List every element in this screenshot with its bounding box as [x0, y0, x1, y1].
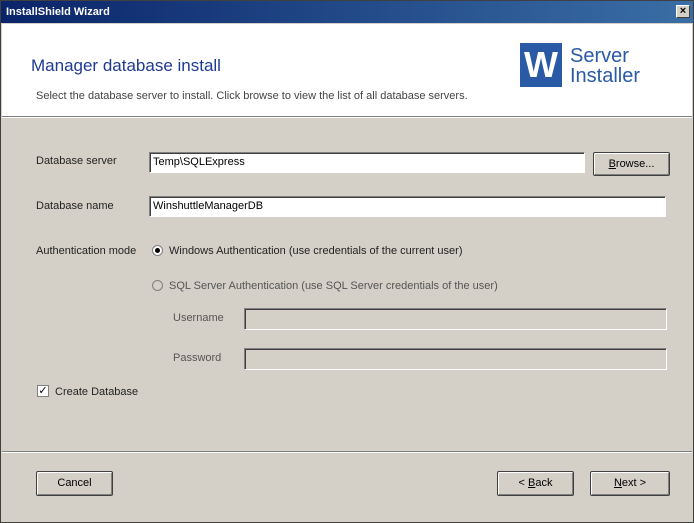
close-icon: ×: [679, 5, 687, 17]
title-bar[interactable]: InstallShield Wizard ×: [1, 1, 693, 23]
close-button[interactable]: ×: [676, 5, 690, 18]
username-label: Username: [173, 312, 224, 324]
next-button[interactable]: Next >: [590, 471, 670, 496]
database-server-label: Database server: [36, 155, 117, 167]
window-title: InstallShield Wizard: [6, 6, 110, 18]
page-description: Select the database server to install. C…: [36, 90, 468, 102]
logo-text: Server Installer: [570, 46, 640, 86]
wizard-header: Manager database install Select the data…: [2, 24, 692, 116]
installshield-window: InstallShield Wizard × Manager database …: [0, 0, 694, 523]
create-database-label[interactable]: Create Database: [55, 386, 138, 398]
page-title: Manager database install: [31, 56, 221, 75]
create-database-checkbox[interactable]: ✓: [37, 385, 49, 397]
checkmark-icon: ✓: [38, 385, 48, 397]
database-server-input[interactable]: Temp\SQLExpress: [149, 152, 585, 173]
logo-line-2: Installer: [570, 65, 641, 87]
sql-auth-radio[interactable]: [152, 280, 163, 291]
back-button[interactable]: < Back: [497, 471, 574, 496]
logo-line-1: Server: [570, 45, 629, 67]
authentication-mode-label: Authentication mode: [36, 245, 137, 257]
sql-auth-label[interactable]: SQL Server Authentication (use SQL Serve…: [169, 280, 498, 292]
database-name-input[interactable]: WinshuttleManagerDB: [149, 196, 666, 217]
logo-icon: W: [520, 43, 562, 87]
password-input[interactable]: [244, 348, 667, 370]
browse-button[interactable]: Browse...: [593, 152, 670, 176]
header-separator: [2, 116, 692, 118]
username-input[interactable]: [244, 308, 667, 330]
cancel-button[interactable]: Cancel: [36, 471, 113, 496]
windows-auth-radio[interactable]: [152, 245, 163, 256]
footer-separator: [2, 451, 692, 453]
password-label: Password: [173, 352, 222, 364]
database-name-label: Database name: [36, 200, 114, 212]
windows-auth-label[interactable]: Windows Authentication (use credentials …: [169, 245, 462, 257]
